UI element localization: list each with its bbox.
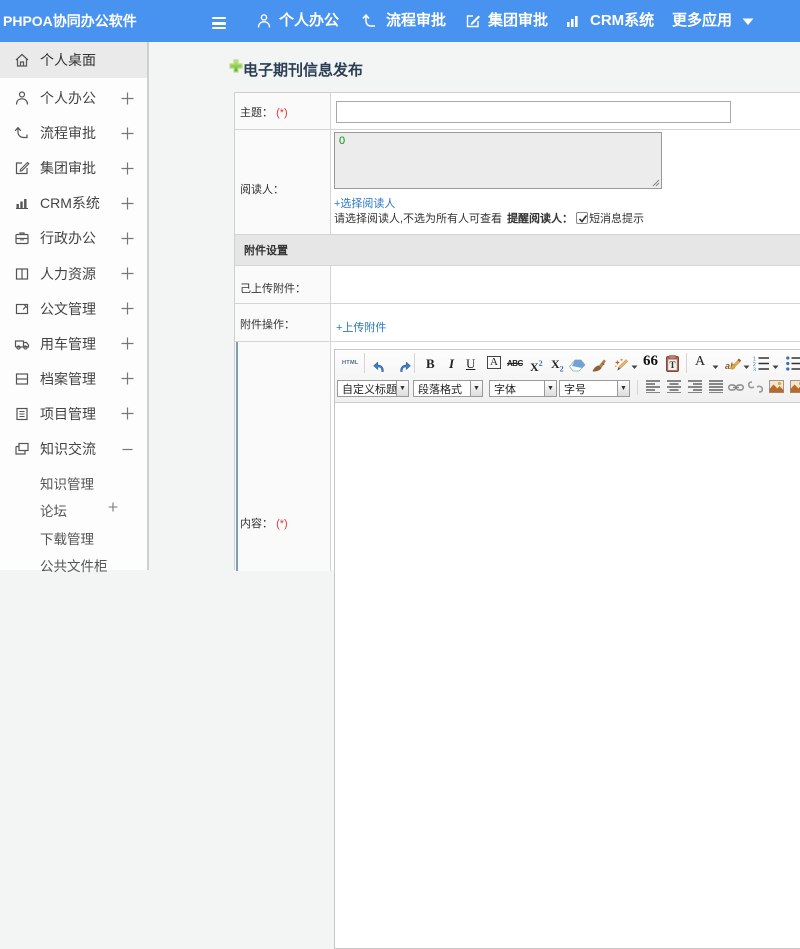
svg-text:T: T <box>669 360 675 370</box>
svg-text:3: 3 <box>753 368 756 372</box>
